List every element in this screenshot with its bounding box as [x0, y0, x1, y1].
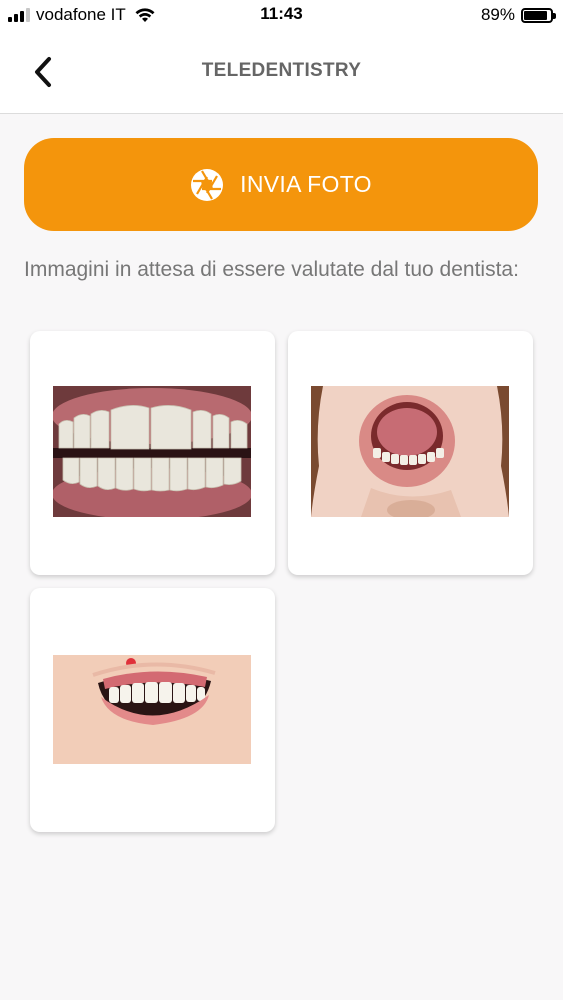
nav-header: TELEDENTISTRY	[0, 30, 563, 114]
photo-card[interactable]	[30, 331, 275, 575]
battery-icon	[521, 7, 556, 23]
photo-card[interactable]	[288, 331, 533, 575]
send-photo-button[interactable]: INVIA FOTO	[24, 138, 538, 231]
teeth-closeup-photo	[53, 386, 251, 517]
pending-images-text: Immagini in attesa di essere valutate da…	[24, 258, 519, 281]
open-mouth-photo	[311, 386, 509, 517]
battery-fill	[524, 10, 547, 20]
status-bar-right: 89%	[480, 4, 556, 26]
photo-card[interactable]	[30, 588, 275, 832]
camera-shutter-icon	[191, 168, 224, 201]
battery-percent: 89%	[480, 5, 515, 24]
smile-gum-photo	[53, 655, 251, 764]
status-bar: vodafone IT 11:43 89%	[0, 0, 563, 30]
send-photo-label: INVIA FOTO	[240, 171, 372, 197]
clock: 11:43	[260, 4, 303, 23]
page-title: TELEDENTISTRY	[201, 60, 362, 81]
